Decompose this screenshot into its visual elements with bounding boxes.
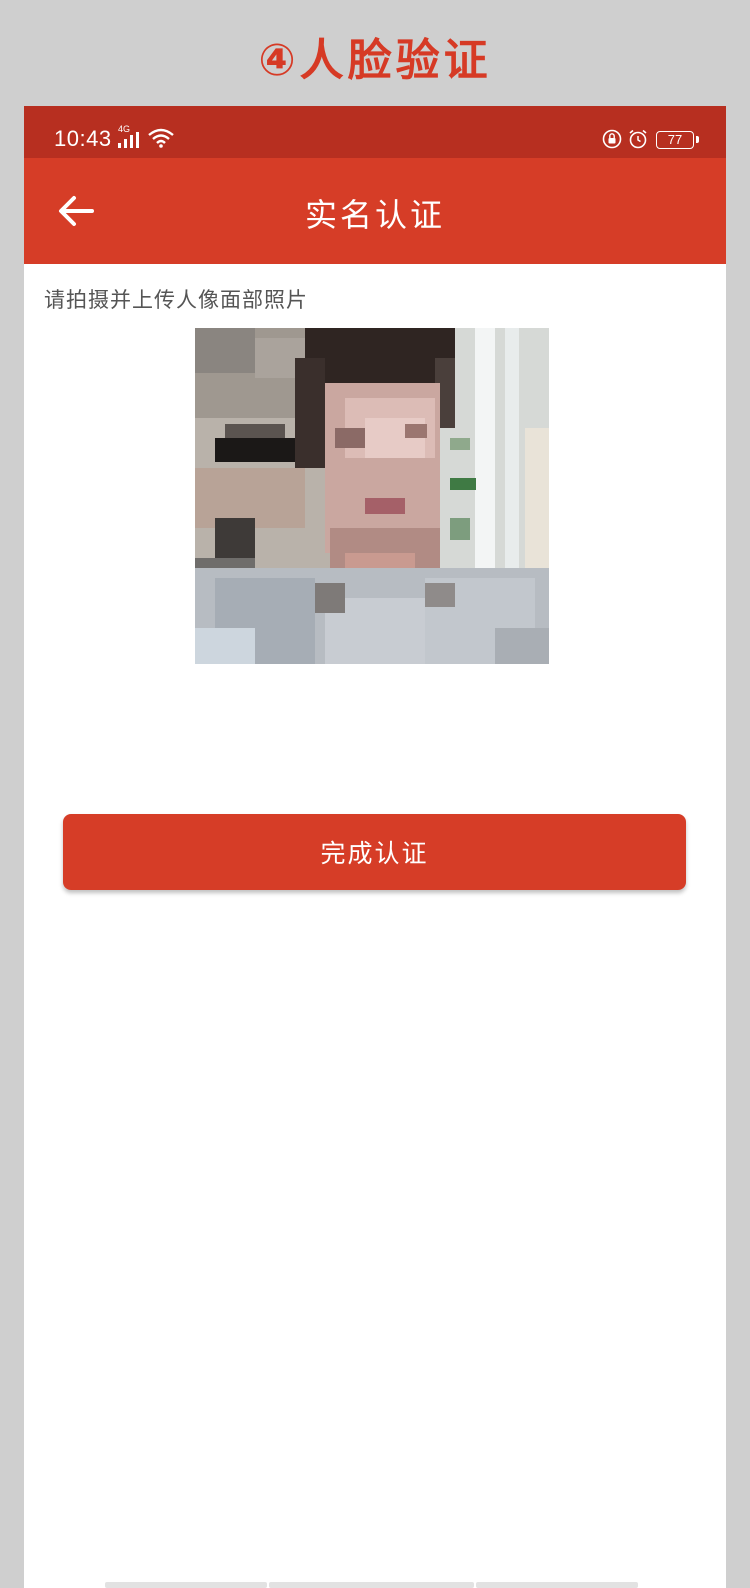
- face-photo[interactable]: [195, 328, 549, 664]
- status-time: 10:43: [54, 126, 112, 151]
- bottom-bar-segment-3: [476, 1582, 638, 1588]
- bottom-bar-segment-2: [269, 1582, 474, 1588]
- page-caption: ④人脸验证: [258, 35, 492, 86]
- complete-verification-button[interactable]: 完成认证: [63, 814, 686, 890]
- battery-icon: 77: [656, 131, 694, 149]
- page-title: 实名认证: [304, 196, 445, 234]
- instruction-text: 请拍摄并上传人像面部照片: [44, 288, 308, 312]
- wifi-icon: [148, 128, 174, 148]
- alarm-icon: [629, 129, 647, 149]
- signal-icon: [118, 132, 139, 148]
- rotation-lock-icon: [602, 129, 622, 149]
- battery-tip: [696, 136, 699, 143]
- phone-screen: 10:43 4G 77 实名认证 请拍摄并上传人像面部照片 完成认证: [24, 106, 726, 1588]
- bottom-bar-segment-1: [105, 1582, 267, 1588]
- status-bar: 10:43 4G 77: [24, 106, 726, 158]
- app-bar: 实名认证: [24, 158, 726, 264]
